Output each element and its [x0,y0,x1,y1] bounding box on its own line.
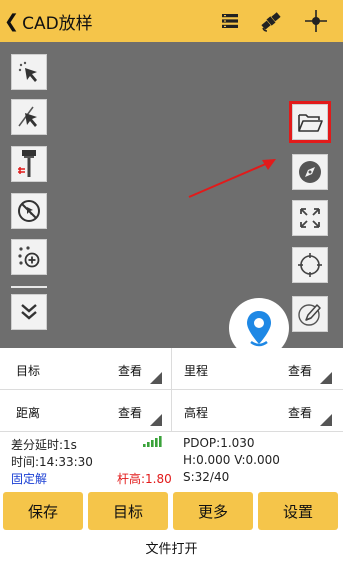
view-button[interactable]: 查看 [118,404,142,421]
info-label: 距离 [16,406,41,420]
view-button[interactable]: 查看 [118,362,142,379]
pdop-text: PDOP:1.030 [183,436,255,450]
action-bar: 保存 目标 更多 设置 [0,490,343,532]
figure-caption: 文件打开 [145,542,198,557]
satellite-count-text: S:32/40 [183,470,230,484]
back-button[interactable]: ❮ CAD放样 [4,6,93,36]
edit-note-icon[interactable] [292,296,328,332]
dropdown-corner-icon[interactable] [150,372,162,384]
map-canvas[interactable] [0,42,343,358]
status-panel: 差分延时:1s 时间:14:33:30 固定解 杆高:1.80 PDOP:1.0… [0,432,343,490]
pole-height-text: 杆高:1.80 [117,472,172,486]
zoom-extent-icon[interactable] [292,200,328,236]
target-button[interactable]: 目标 [88,492,168,530]
time-text: 时间:14:33:30 [11,455,93,469]
select-arrow-line-icon[interactable] [11,99,47,135]
solution-status: 固定解 [11,472,48,486]
info-label: 目标 [16,364,41,378]
info-cell-elevation: 高程 查看 [172,390,343,432]
add-point-icon[interactable] [11,239,47,275]
annotation-arrow [188,159,276,198]
info-cell-target: 目标 查看 [0,348,171,390]
page-title: CAD放样 [22,13,93,34]
folder-open-icon[interactable] [289,101,331,143]
menu-list-icon[interactable] [216,7,244,35]
grid-divider [171,348,172,432]
info-cell-mileage: 里程 查看 [172,348,343,390]
clear-selection-icon[interactable] [11,193,47,229]
dropdown-corner-icon[interactable] [320,414,332,426]
title-bar: ❮ CAD放样 [0,0,343,42]
locate-target-icon[interactable] [292,247,328,283]
dropdown-corner-icon[interactable] [320,372,332,384]
select-arrow-icon[interactable] [11,54,47,90]
expand-down-icon[interactable] [11,294,47,330]
info-label: 里程 [184,364,209,378]
satellite-icon[interactable] [257,7,285,35]
info-label: 高程 [184,406,209,420]
chevron-left-icon: ❮ [4,10,20,32]
settings-button[interactable]: 设置 [258,492,338,530]
hv-precision-text: H:0.000 V:0.000 [183,453,280,467]
save-button[interactable]: 保存 [3,492,83,530]
view-button[interactable]: 查看 [288,362,312,379]
crosshair-icon[interactable] [302,7,330,35]
info-cell-distance: 距离 查看 [0,390,171,432]
dropdown-corner-icon[interactable] [150,414,162,426]
more-button[interactable]: 更多 [173,492,253,530]
survey-pole-icon[interactable] [11,146,47,182]
view-button[interactable]: 查看 [288,404,312,421]
diff-delay-text: 差分延时:1s [11,438,77,452]
toolbar-divider [11,286,47,288]
compass-icon[interactable] [292,154,328,190]
signal-strength-icon [143,436,163,450]
